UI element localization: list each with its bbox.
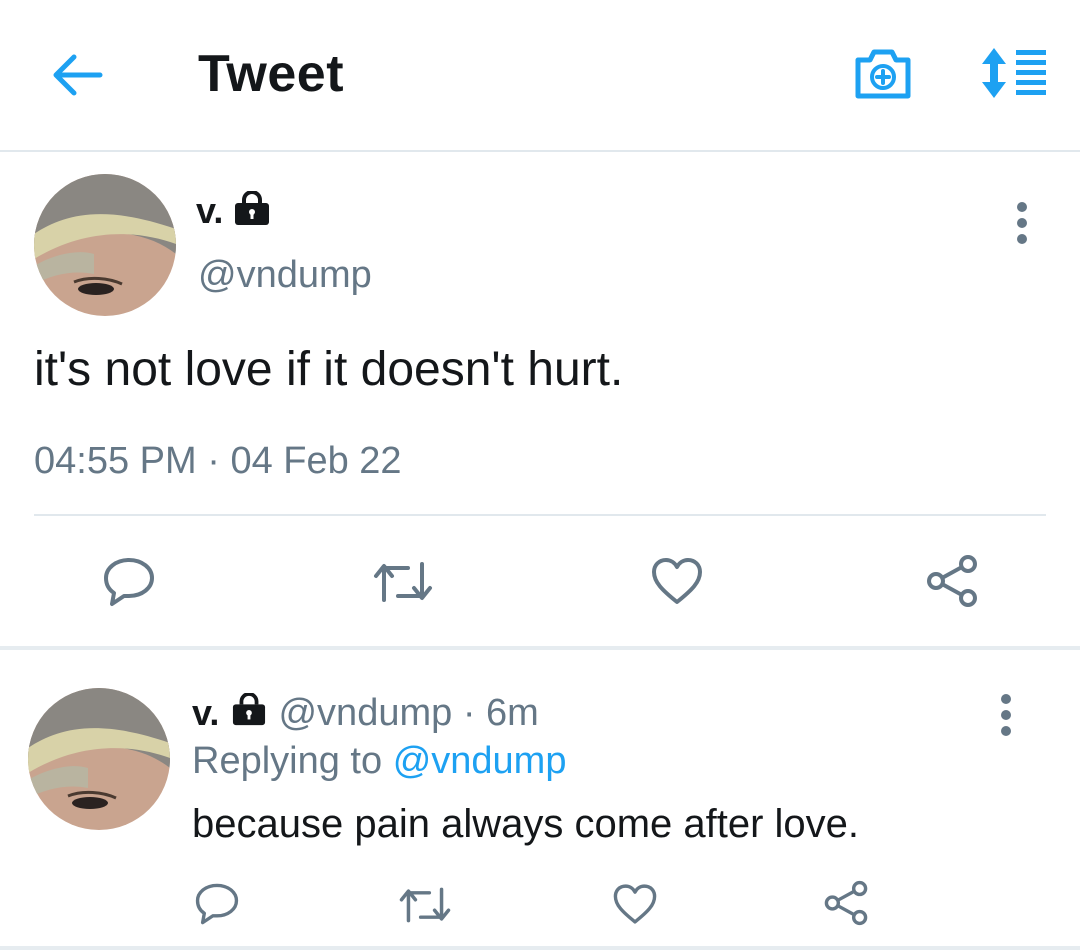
retweet-icon[interactable]: [398, 884, 452, 931]
reply-age: 6m: [486, 692, 539, 734]
share-icon[interactable]: [924, 554, 980, 613]
display-name[interactable]: v.: [196, 190, 271, 236]
avatar[interactable]: [34, 174, 176, 316]
lock-icon: [233, 190, 271, 236]
sort-list-icon[interactable]: [978, 46, 1050, 100]
tweet-timestamp[interactable]: 04:55 PM · 04 Feb 22: [34, 440, 402, 483]
user-handle[interactable]: @vndump: [198, 254, 372, 297]
meta-separator: ·: [462, 692, 476, 734]
like-icon[interactable]: [612, 882, 658, 931]
section-divider: [0, 646, 1080, 650]
reply-icon[interactable]: [102, 556, 156, 613]
more-options-icon[interactable]: [1010, 202, 1034, 250]
tweet-date: 04 Feb 22: [230, 440, 402, 482]
retweet-icon[interactable]: [372, 558, 434, 611]
replying-to: Replying to @vndump: [192, 740, 566, 783]
display-name-text[interactable]: v.: [192, 692, 219, 733]
divider: [0, 946, 1080, 950]
top-app-bar: Tweet: [0, 0, 1080, 152]
replying-to-link[interactable]: @vndump: [393, 740, 567, 782]
tweet-time: 04:55 PM: [34, 440, 197, 482]
share-icon[interactable]: [822, 880, 870, 931]
display-name-text: v.: [196, 190, 224, 231]
timestamp-separator: ·: [207, 440, 220, 482]
camera-add-icon[interactable]: [852, 44, 914, 102]
avatar[interactable]: [28, 688, 170, 830]
user-handle[interactable]: @vndump: [278, 692, 452, 734]
reply-icon[interactable]: [194, 882, 240, 931]
back-arrow-icon[interactable]: [50, 50, 106, 100]
tweet-text: it's not love if it doesn't hurt.: [34, 343, 624, 396]
reply-header: v. @vndump · 6m: [192, 692, 539, 737]
replying-prefix: Replying to: [192, 740, 383, 782]
reply-text: because pain always come after love.: [192, 802, 860, 846]
more-options-icon[interactable]: [994, 694, 1018, 742]
divider: [34, 514, 1046, 516]
like-icon[interactable]: [650, 556, 704, 611]
page-title: Tweet: [198, 45, 345, 103]
lock-icon: [230, 692, 268, 737]
